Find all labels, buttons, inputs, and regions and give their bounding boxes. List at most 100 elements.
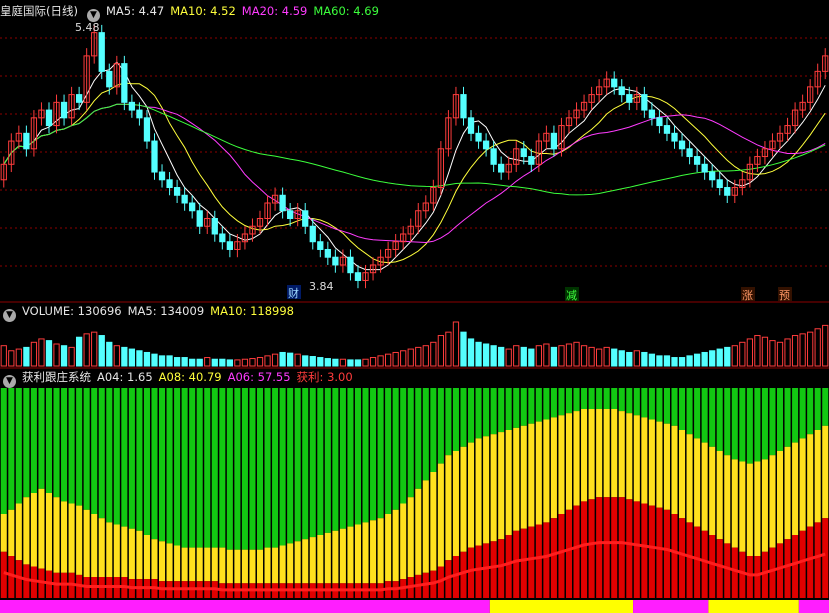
indicator-red-bar xyxy=(656,507,663,598)
ma5-value: MA5: 4.47 xyxy=(105,4,165,18)
indicator-green-bar xyxy=(241,388,248,550)
indicator-red-bar xyxy=(460,551,467,598)
candle-body xyxy=(701,163,708,173)
indicator-yellow-bar xyxy=(746,463,753,556)
indicator-yellow-bar xyxy=(392,509,399,582)
volume-bar xyxy=(339,358,347,367)
a04-value: A04: 1.65 xyxy=(97,370,153,384)
volume-bar xyxy=(226,359,233,367)
candle-body xyxy=(226,241,233,250)
candle-body xyxy=(121,63,128,103)
indicator-red-bar xyxy=(648,505,655,598)
indicator-red-bar xyxy=(565,509,573,598)
indicator-yellow-bar xyxy=(241,549,248,584)
marker-zhang[interactable]: 涨 xyxy=(742,289,753,302)
volume-bar xyxy=(739,341,746,367)
indicator-yellow-bar xyxy=(76,505,83,575)
indicator-green-bar xyxy=(68,388,75,504)
indicator-yellow-bar xyxy=(106,522,113,577)
indicator-red-bar xyxy=(739,551,746,598)
candle-body xyxy=(173,187,181,196)
indicator-green-bar xyxy=(8,388,15,510)
indicator-green-bar xyxy=(38,388,45,489)
candle-body xyxy=(279,194,286,212)
indicator-red-bar xyxy=(814,522,821,598)
indicator-green-bar xyxy=(792,388,799,443)
volume-bar xyxy=(23,346,30,367)
indicator-red-bar xyxy=(671,514,678,598)
indicator-green-bar xyxy=(437,388,444,464)
volume-value: VOLUME: 130696 xyxy=(22,304,122,318)
indicator-green-bar xyxy=(490,388,497,435)
marker-yu[interactable]: 预 xyxy=(779,289,790,302)
indicator-green-bar xyxy=(264,388,271,548)
indicator-panel-header: ▼ 获利跟庄系统 A04: 1.65 A08: 40.79 A06: 57.55 获利: … xyxy=(0,368,359,388)
indicator-green-bar xyxy=(76,388,83,506)
indicator-green-bar xyxy=(528,388,535,424)
indicator-yellow-bar xyxy=(648,419,655,506)
indicator-green-bar xyxy=(98,388,105,519)
volume-bar xyxy=(482,343,490,367)
volume-bar xyxy=(234,359,241,367)
volume-bar xyxy=(136,350,143,367)
indicator-yellow-bar xyxy=(53,497,60,573)
indicator-yellow-bar xyxy=(633,415,640,502)
indicator-green-bar xyxy=(211,388,218,548)
indicator-yellow-bar xyxy=(807,434,814,527)
candle-body xyxy=(196,210,203,227)
volume-bar xyxy=(761,336,769,367)
candle-body xyxy=(136,109,143,119)
indicator-green-bar xyxy=(641,388,648,418)
indicator-yellow-bar xyxy=(558,415,565,514)
volume-bar xyxy=(113,345,120,367)
volume-bar xyxy=(513,345,520,367)
indicator-yellow-bar xyxy=(302,539,309,584)
volume-panel-header: ▼ VOLUME: 130696 MA5: 134009 MA10: 118998 xyxy=(0,302,300,322)
chevron-down-icon[interactable]: ▼ xyxy=(3,375,16,388)
indicator-yellow-bar xyxy=(256,549,264,584)
volume-bar xyxy=(400,350,407,367)
indicator-green-bar xyxy=(272,388,279,548)
chevron-down-icon[interactable]: ▼ xyxy=(86,9,100,22)
indicator-yellow-bar xyxy=(30,493,37,567)
volume-ma10-value: MA10: 118998 xyxy=(210,304,294,318)
indicator-green-bar xyxy=(249,388,256,550)
volume-bar xyxy=(724,346,731,367)
volume-bar xyxy=(445,331,452,367)
indicator-green-bar xyxy=(15,388,22,504)
indicator-yellow-bar xyxy=(38,488,45,569)
indicator-yellow-bar xyxy=(679,430,686,519)
indicator-yellow-bar xyxy=(596,409,603,498)
indicator-yellow-bar xyxy=(535,421,542,525)
volume-bar xyxy=(143,351,151,367)
volume-bar xyxy=(204,357,211,367)
indicator-yellow-bar xyxy=(324,532,331,584)
indicator-yellow-bar xyxy=(23,497,30,565)
volume-bar xyxy=(415,346,422,367)
bottom-signal-strip xyxy=(0,600,829,613)
indicator-green-bar xyxy=(822,388,829,426)
volume-bar xyxy=(784,338,791,367)
indicator-green-bar xyxy=(618,388,625,412)
indicator-green-bar xyxy=(761,388,768,460)
volume-bar xyxy=(686,355,693,367)
indicator-yellow-bar xyxy=(490,434,497,542)
marker-cai[interactable]: 财 xyxy=(288,286,299,300)
indicator-red-bar xyxy=(769,547,776,598)
volume-bar xyxy=(528,348,535,367)
volume-bar xyxy=(671,357,678,367)
profit-value: 获利: 3.00 xyxy=(296,370,353,384)
indicator-yellow-bar xyxy=(98,518,105,577)
indicator-green-bar xyxy=(370,388,377,521)
chevron-down-icon[interactable]: ▼ xyxy=(3,309,16,322)
indicator-yellow-bar xyxy=(543,419,550,523)
volume-bar xyxy=(807,331,814,367)
indicator-yellow-bar xyxy=(249,549,256,584)
indicator-red-bar xyxy=(792,535,799,598)
volume-bar xyxy=(565,343,573,367)
indicator-red-bar xyxy=(588,499,595,598)
indicator-green-bar xyxy=(234,388,241,550)
ma20-value: MA20: 4.59 xyxy=(241,4,308,18)
marker-jian[interactable]: 减 xyxy=(566,289,577,302)
volume-bar xyxy=(211,358,218,367)
